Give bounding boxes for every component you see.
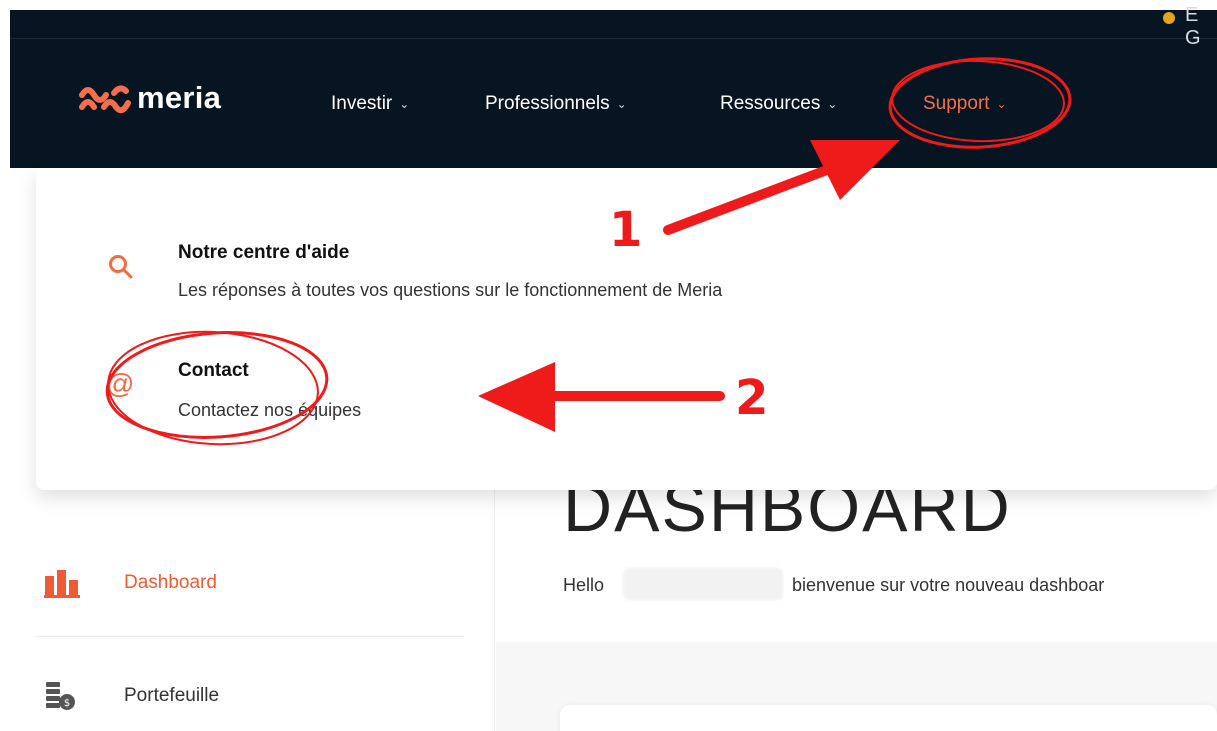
language-flag-icon[interactable] xyxy=(1163,12,1175,24)
welcome-text: bienvenue sur votre nouveau dashboar xyxy=(792,575,1105,595)
logo-text: meria xyxy=(137,80,222,115)
nav-ressources[interactable]: Ressources ⌄ xyxy=(720,93,837,115)
menu-item-title: Notre centre d'aide xyxy=(178,242,350,263)
at-sign-icon: @ xyxy=(106,368,135,399)
menu-item-contact[interactable]: @ Contact Contactez nos équipes xyxy=(36,354,636,424)
nav-investir[interactable]: Investir ⌄ xyxy=(331,93,409,115)
navbar-divider xyxy=(10,38,1217,39)
coins-icon: $ xyxy=(46,682,75,710)
nav-ressources-label: Ressources xyxy=(720,93,821,114)
chevron-down-icon: ⌄ xyxy=(399,97,410,111)
sidebar-item-dashboard[interactable]: Dashboard xyxy=(44,568,217,598)
sidebar-item-label: Dashboard xyxy=(124,572,217,593)
redacted-username xyxy=(623,568,783,600)
nav-support[interactable]: Support ⌄ xyxy=(923,93,1007,115)
menu-item-title: Contact xyxy=(178,360,249,381)
chevron-down-icon: ⌄ xyxy=(996,97,1007,111)
nav-professionnels[interactable]: Professionnels ⌄ xyxy=(485,93,627,115)
sidebar-divider xyxy=(36,636,464,637)
nav-investir-label: Investir xyxy=(331,93,393,114)
meria-logo[interactable]: meria xyxy=(78,80,221,116)
sidebar-item-label: Portefeuille xyxy=(124,685,220,706)
nav-professionnels-label: Professionnels xyxy=(485,93,610,114)
content-card xyxy=(560,705,1217,731)
svg-text:$: $ xyxy=(64,698,70,709)
meria-logo-icon xyxy=(79,85,131,114)
annotation-step-1: 1 xyxy=(609,202,643,258)
menu-item-description: Contactez nos équipes xyxy=(178,400,362,420)
search-icon xyxy=(109,255,133,279)
greeting-text: Hello xyxy=(563,575,605,595)
chevron-down-icon: ⌄ xyxy=(616,97,627,111)
language-selector[interactable]: E G xyxy=(1185,4,1217,50)
chevron-down-icon: ⌄ xyxy=(827,97,838,111)
bar-chart-icon xyxy=(44,570,80,598)
menu-item-description: Les réponses à toutes vos questions sur … xyxy=(178,280,723,300)
nav-support-label: Support xyxy=(923,93,990,114)
menu-item-help-center[interactable]: Notre centre d'aide Les réponses à toute… xyxy=(36,238,1036,308)
sidebar-item-portefeuille[interactable]: $ Portefeuille xyxy=(44,680,219,712)
annotation-step-2: 2 xyxy=(735,370,769,426)
